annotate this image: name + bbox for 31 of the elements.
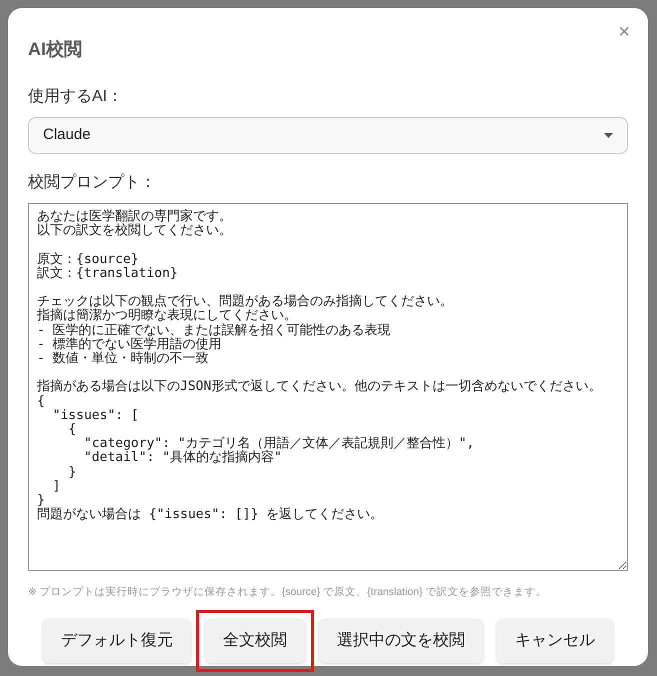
prompt-text-line: - 医学的に正確でない、または誤解を招く可能性のある表現 (37, 324, 392, 338)
prompt-text-line: "issues": [ (52, 408, 140, 423)
prompt-text-line: 問題がない場合は {"issues": []} を返してください。 (37, 508, 384, 522)
prompt-text-line: } (67, 466, 78, 480)
prompt-textarea[interactable] (28, 203, 628, 571)
dialog-button[interactable]: 全文校閲 (205, 618, 305, 663)
prompt-text-line: 指摘は簡潔かつ明瞭な表現にしてください。 (37, 309, 298, 324)
caret-icon (604, 133, 613, 138)
dialog-title: AI校閲 (28, 38, 83, 61)
dialog-button[interactable]: 選択中の文を校閲 (319, 618, 483, 663)
prompt-text-line: - 数値・単位・時制の不一致 (37, 352, 210, 366)
field-label: 校閲プロンプト： (28, 172, 157, 193)
prompt-text-line: { (67, 423, 78, 438)
dialog-button[interactable]: デフォルト復元 (43, 618, 191, 663)
prompt-text-line: 以下の訳文を校閲してください。 (37, 224, 233, 238)
prompt-text-line: { (37, 394, 46, 409)
prompt-text-line: 訳文：{translation} (37, 266, 179, 281)
prompt-text-line: - 標準的でない医学用語の使用 (37, 338, 223, 352)
prompt-text-line: チェックは以下の観点で行い、問題がある場合のみ指摘してください。 (37, 295, 454, 310)
note-text: ※ プロンプトは実行時にブラウザに保存されます。{source} で原文、{translation} で訳文を参照できます。 (28, 585, 548, 600)
prompt-text-line: あなたは医学翻訳の専門家です。 (37, 210, 233, 224)
prompt-text-line: } (37, 494, 45, 508)
prompt-text-line: "detail": "具体的な指摘内容" (82, 451, 283, 466)
field-label: 使用するAI： (28, 87, 124, 107)
prompt-text-line: 原文：{source} (37, 252, 140, 267)
prompt-text-line: ] (52, 480, 62, 494)
close-button[interactable]: × (614, 20, 634, 44)
dialog-button[interactable]: キャンセル (497, 618, 613, 663)
prompt-text-line: 指摘がある場合は以下のJSON形式で返してください。他のテキストは一切含めないでください。 (37, 380, 602, 395)
prompt-text-line: "category": "カテゴリ名（用語／文体／表記規則／整合性）", (82, 437, 476, 452)
ai-select[interactable]: Claude (28, 117, 628, 154)
